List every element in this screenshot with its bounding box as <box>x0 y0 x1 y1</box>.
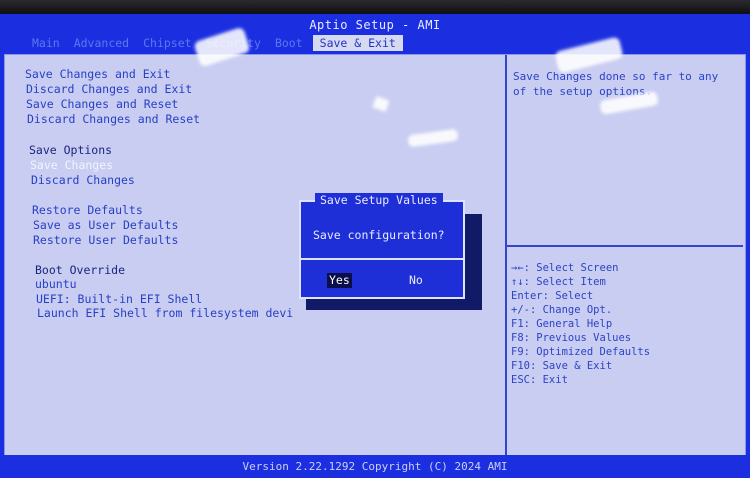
tab-boot[interactable]: Boot <box>271 35 307 51</box>
key-legend: →←: Select Screen ↑↓: Select Item Enter:… <box>511 261 741 387</box>
key-select-screen: →←: Select Screen <box>511 262 619 274</box>
menu-item-discard-changes-and-reset[interactable]: Discard Changes and Reset <box>27 112 200 126</box>
dialog-message: Save configuration? <box>313 228 445 242</box>
key-save-exit: F10: Save & Exit <box>511 360 613 372</box>
menu-item-boot-uefi-shell[interactable]: UEFI: Built-in EFI Shell <box>36 292 202 306</box>
version-footer: Version 2.22.1292 Copyright (C) 2024 AMI <box>0 455 750 478</box>
key-esc-exit: ESC: Exit <box>511 374 568 386</box>
dialog-divider <box>301 258 463 260</box>
menu-item-save-changes-and-exit[interactable]: Save Changes and Exit <box>25 67 170 81</box>
section-save-options: Save Options <box>29 143 113 157</box>
tab-save-exit[interactable]: Save & Exit <box>312 35 403 51</box>
menu-item-save-changes[interactable]: Save Changes <box>30 158 113 172</box>
menu-item-boot-ubuntu[interactable]: ubuntu <box>35 277 77 291</box>
yes-button[interactable]: Yes <box>327 273 352 288</box>
help-pane: Save Changes done so far to any of the s… <box>507 55 745 458</box>
key-enter-select: Enter: Select <box>511 290 594 302</box>
bios-screen: Aptio Setup - AMI Main Advanced Chipset … <box>0 14 750 478</box>
menu-item-restore-user-defaults[interactable]: Restore User Defaults <box>33 233 178 247</box>
setup-title: Aptio Setup - AMI <box>309 18 441 32</box>
menu-item-discard-changes-and-exit[interactable]: Discard Changes and Exit <box>26 82 192 96</box>
menu-item-discard-changes[interactable]: Discard Changes <box>31 173 135 187</box>
key-select-item: ↑↓: Select Item <box>511 276 606 288</box>
tab-main[interactable]: Main <box>28 35 64 51</box>
menu-item-save-changes-and-reset[interactable]: Save Changes and Reset <box>26 97 178 111</box>
dialog-title: Save Setup Values <box>315 193 443 207</box>
tab-advanced[interactable]: Advanced <box>70 35 133 51</box>
monitor-bezel <box>0 0 750 14</box>
menu-item-restore-defaults[interactable]: Restore Defaults <box>32 203 143 217</box>
help-divider <box>507 245 743 247</box>
key-previous-values: F8: Previous Values <box>511 332 632 344</box>
key-change-opt: +/-: Change Opt. <box>511 304 613 316</box>
key-optimized-defaults: F9: Optimized Defaults <box>511 346 651 358</box>
menu-item-save-as-user-defaults[interactable]: Save as User Defaults <box>33 218 178 232</box>
help-description: Save Changes done so far to any of the s… <box>513 70 719 98</box>
tab-chipset[interactable]: Chipset <box>139 35 195 51</box>
tab-bar: Main Advanced Chipset Security Boot Save… <box>0 34 750 52</box>
no-button[interactable]: No <box>407 273 425 288</box>
section-boot-override: Boot Override <box>35 263 126 277</box>
key-general-help: F1: General Help <box>511 318 613 330</box>
menu-item-launch-efi-shell[interactable]: Launch EFI Shell from filesystem devi <box>37 306 293 320</box>
save-setup-dialog: Save Setup Values Save configuration? Ye… <box>299 193 465 299</box>
